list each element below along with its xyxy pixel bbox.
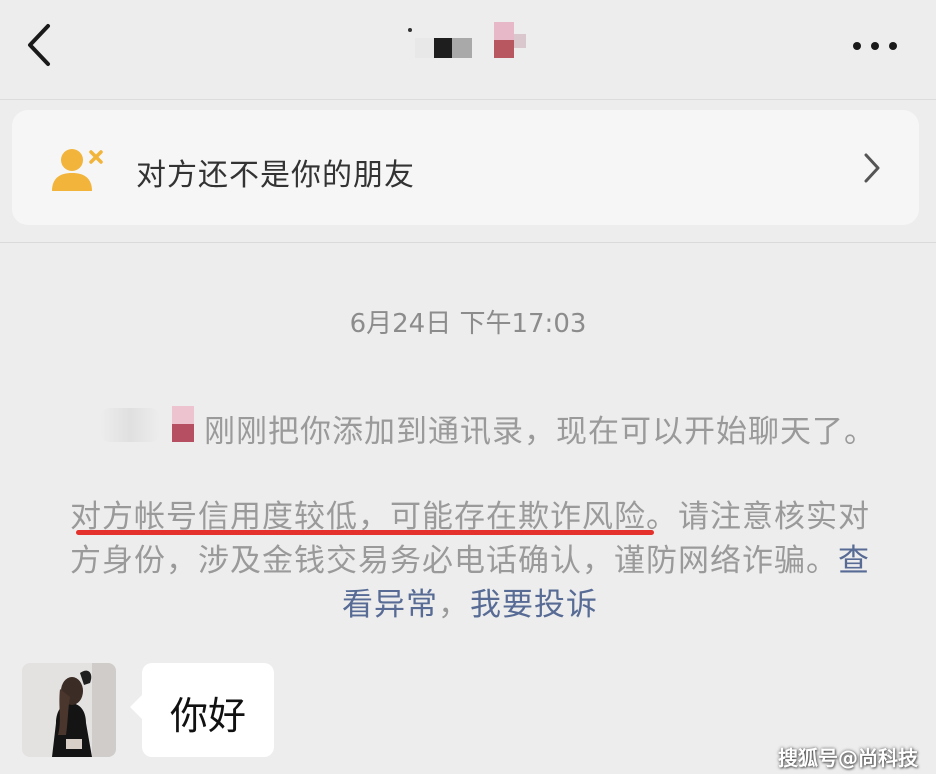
sender-avatar[interactable] [22, 663, 116, 757]
chat-screen: 对方还不是你的朋友 6月24日 下午17:03 刚刚把你添加到通讯录，现在可以开… [0, 0, 936, 774]
nav-bar [0, 0, 936, 100]
friend-status-area: 对方还不是你的朋友 [0, 101, 936, 243]
fraud-warning: 对方帐号信用度较低，可能存在欺诈风险。请注意核实对 方身份，涉及金钱交易务必电话… [70, 495, 870, 627]
warning-line-3: 看异常，我要投诉 [70, 583, 870, 627]
chevron-right-icon [864, 153, 880, 183]
message-timestamp: 6月24日 下午17:03 [349, 309, 587, 339]
red-underline-annotation [76, 530, 654, 535]
back-button[interactable] [22, 22, 62, 68]
user-remove-icon [52, 149, 103, 191]
more-dots-icon [853, 42, 897, 50]
warning-text-1: 请注意核实对 [678, 499, 870, 535]
more-options-button[interactable] [850, 34, 900, 58]
message-text: 你好 [170, 694, 247, 738]
not-friend-banner[interactable]: 对方还不是你的朋友 [12, 110, 919, 225]
view-anomaly-link[interactable]: 看异常 [342, 587, 438, 623]
warning-text-2: 方身份，涉及金钱交易务必电话确认，谨防网络诈骗。 [70, 543, 838, 579]
banner-label: 对方还不是你的朋友 [136, 158, 415, 193]
system-message-text: 刚刚把你添加到通讯录，现在可以开始聊天了。 [204, 414, 876, 450]
report-complaint-link[interactable]: 我要投诉 [470, 587, 598, 623]
redacted-name [100, 408, 160, 442]
watermark: 搜狐号@尚科技 [778, 746, 918, 770]
warning-line-2: 方身份，涉及金钱交易务必电话确认，谨防网络诈骗。查 [70, 539, 870, 583]
view-anomaly-link-start[interactable]: 查 [838, 543, 870, 579]
redacted-sticker [172, 406, 194, 442]
chevron-left-icon [28, 24, 50, 66]
link-separator: ， [438, 587, 470, 623]
message-bubble[interactable]: 你好 [130, 663, 274, 757]
contact-name-redacted [400, 16, 540, 66]
